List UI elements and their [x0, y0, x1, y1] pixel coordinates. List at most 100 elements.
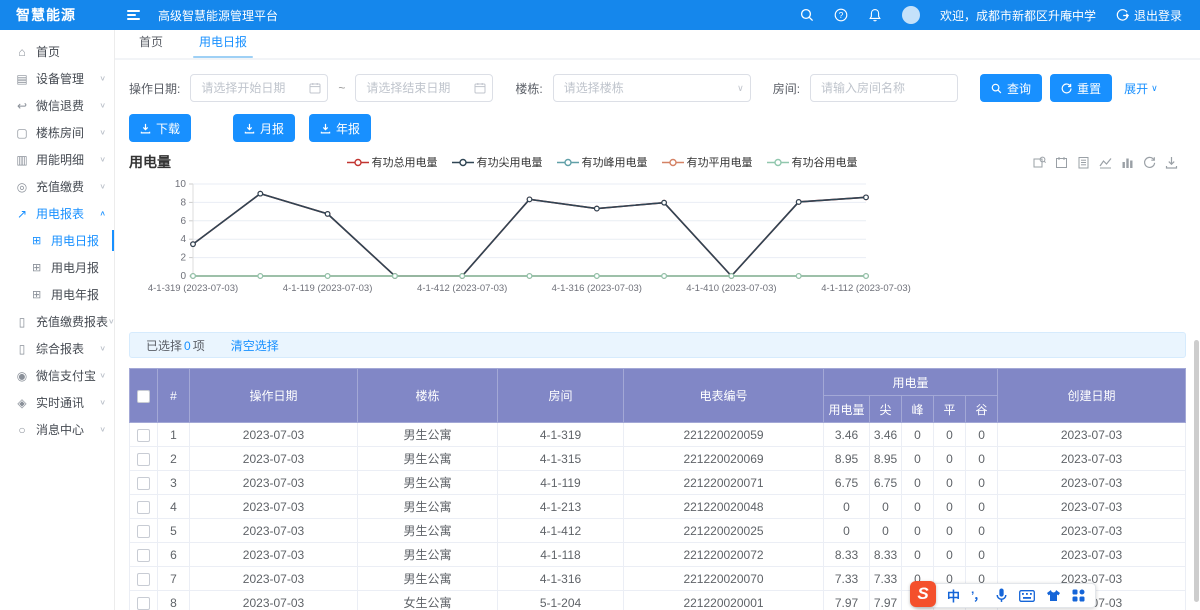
sidebar-item-7[interactable]: ▯充值缴费报表∨ [0, 308, 114, 335]
sidebar-item-8[interactable]: ▯综合报表∨ [0, 335, 114, 362]
select-all-checkbox[interactable] [137, 390, 150, 403]
table-cell: 0 [902, 543, 934, 567]
search-button[interactable]: 查询 [980, 74, 1042, 102]
sidebar-subitem-2[interactable]: ⊞用电年报 [0, 281, 114, 308]
sogou-logo-icon[interactable]: S [910, 581, 936, 607]
table-cell: 2023-07-03 [190, 543, 358, 567]
skin-icon[interactable] [1046, 589, 1061, 602]
keyboard-icon[interactable] [1019, 590, 1035, 602]
tab-daily-report[interactable]: 用电日报 [199, 33, 247, 58]
row-checkbox[interactable] [137, 549, 150, 562]
table-cell: 女生公寓 [358, 591, 498, 610]
help-icon[interactable]: ? [834, 8, 848, 22]
legend-item-0[interactable]: 有功总用电量 [347, 154, 438, 170]
toolbox-icon[interactable] [1072, 589, 1085, 602]
mic-icon[interactable] [995, 588, 1008, 603]
bar-type-icon[interactable] [1121, 156, 1134, 169]
sidebar-item-11[interactable]: ○消息中心∨ [0, 416, 114, 443]
search-icon[interactable] [800, 8, 814, 22]
row-checkbox[interactable] [137, 597, 150, 610]
logout-button[interactable]: 退出登录 [1116, 7, 1182, 24]
svg-text:10: 10 [175, 179, 187, 190]
zoom-reset-icon[interactable] [1055, 156, 1068, 169]
col-peak: 峰 [902, 396, 934, 423]
row-checkbox[interactable] [137, 525, 150, 538]
table-row: 12023-07-03男生公寓4-1-3192212200200593.463.… [130, 423, 1186, 447]
row-checkbox[interactable] [137, 501, 150, 514]
row-checkbox[interactable] [137, 429, 150, 442]
line-type-icon[interactable] [1099, 156, 1112, 169]
selected-prefix: 已选择 [146, 339, 182, 353]
table-cell: 0 [870, 519, 902, 543]
table-cell: 0 [902, 519, 934, 543]
room-input[interactable] [810, 74, 958, 102]
sidebar-subitem-1[interactable]: ⊞用电月报 [0, 254, 114, 281]
table-cell: 3 [158, 471, 190, 495]
bell-icon[interactable] [868, 8, 882, 22]
zoom-select-icon[interactable] [1033, 156, 1046, 169]
legend-item-3[interactable]: 有功平用电量 [662, 154, 753, 170]
legend-item-2[interactable]: 有功峰用电量 [557, 154, 648, 170]
table-cell: 4-1-315 [498, 447, 624, 471]
table-cell: 221220020072 [624, 543, 824, 567]
table-cell: 0 [902, 423, 934, 447]
sidebar-item-3[interactable]: ▢楼栋房间∨ [0, 119, 114, 146]
sidebar-item-10[interactable]: ◈实时通讯∨ [0, 389, 114, 416]
data-view-icon[interactable] [1077, 156, 1090, 169]
sidebar-item-1[interactable]: ▤设备管理∨ [0, 65, 114, 92]
row-checkbox[interactable] [137, 573, 150, 586]
end-date-input[interactable] [355, 74, 493, 102]
start-date-input[interactable] [190, 74, 328, 102]
table-cell: 2023-07-03 [190, 471, 358, 495]
building-icon: ▢ [15, 126, 29, 140]
page-scrollbar[interactable] [1194, 340, 1199, 602]
chart-title: 用电量 [129, 152, 171, 172]
sidebar-item-9[interactable]: ◉微信支付宝∨ [0, 362, 114, 389]
table-cell: 8 [158, 591, 190, 610]
line-chart[interactable]: 02468104-1-319 (2023-07-03)4-1-119 (2023… [129, 176, 1186, 322]
sidebar-item-6[interactable]: ↗用电报表∧ [0, 200, 114, 227]
avatar[interactable] [902, 6, 920, 24]
svg-text:?: ? [839, 10, 844, 20]
sidebar-subitem-0[interactable]: ⊞用电日报 [0, 227, 114, 254]
table-cell: 2023-07-03 [190, 423, 358, 447]
tab-home[interactable]: 首页 [139, 33, 163, 58]
col-created-date: 创建日期 [998, 369, 1186, 423]
save-image-icon[interactable] [1165, 156, 1178, 169]
clear-selection-link[interactable]: 清空选择 [231, 337, 279, 354]
restore-icon[interactable] [1143, 156, 1156, 169]
sidebar-item-0[interactable]: ⌂首页 [0, 38, 114, 65]
legend-item-1[interactable]: 有功尖用电量 [452, 154, 543, 170]
sidebar-item-2[interactable]: ↩微信退费∨ [0, 92, 114, 119]
row-checkbox[interactable] [137, 477, 150, 490]
table-cell: 4-1-316 [498, 567, 624, 591]
table-cell: 0 [934, 543, 966, 567]
legend-item-4[interactable]: 有功谷用电量 [767, 154, 858, 170]
summary-report-icon: ▯ [15, 342, 29, 356]
sidebar-item-5[interactable]: ◎充值缴费∨ [0, 173, 114, 200]
punctuation-icon[interactable]: ’， [971, 587, 984, 604]
table-cell: 4 [158, 495, 190, 519]
expand-link[interactable]: 展开 ∨ [1124, 80, 1158, 97]
table-cell: 0 [902, 447, 934, 471]
building-select[interactable] [553, 74, 751, 102]
selected-count: 0 [184, 339, 191, 353]
row-checkbox[interactable] [137, 453, 150, 466]
download-button[interactable]: 下载 [129, 114, 191, 142]
legend-label: 有功尖用电量 [477, 154, 543, 170]
legend-marker-icon [452, 158, 474, 167]
sidebar-item-4[interactable]: ▥用能明细∨ [0, 146, 114, 173]
chevron-down-icon: ∨ [99, 128, 106, 137]
yearly-report-button[interactable]: 年报 [309, 114, 371, 142]
menu-collapse-icon[interactable] [127, 10, 140, 20]
recharge-icon: ◎ [15, 180, 29, 194]
svg-text:6: 6 [180, 216, 186, 227]
sidebar-item-label: 微信退费 [36, 97, 84, 114]
monthly-report-button[interactable]: 月报 [233, 114, 295, 142]
col-meter-number: 电表编号 [624, 369, 824, 423]
table-cell: 221220020069 [624, 447, 824, 471]
chevron-down-icon: ∨ [99, 74, 106, 83]
table-cell: 0 [966, 543, 998, 567]
chinese-mode-icon[interactable]: 中 [947, 586, 960, 605]
reset-button[interactable]: 重置 [1050, 74, 1112, 102]
